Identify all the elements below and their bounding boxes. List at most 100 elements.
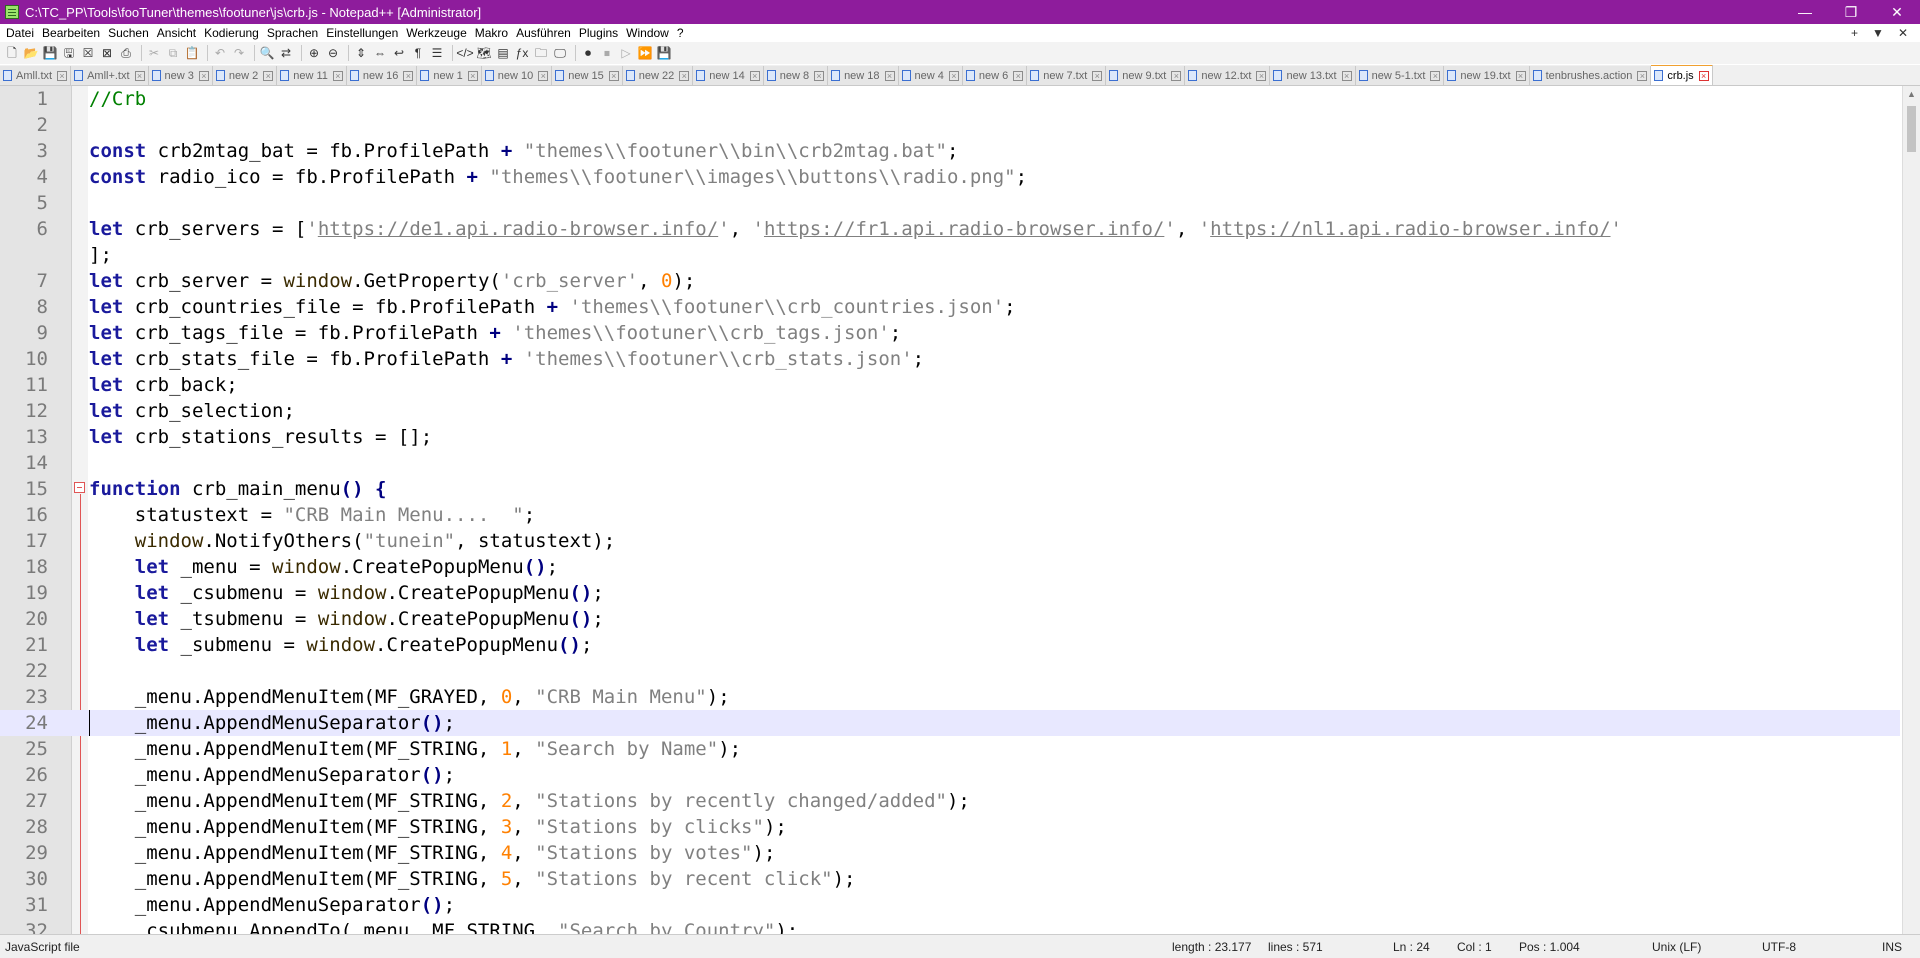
tab-new-12-txt[interactable]: new 12.txt × xyxy=(1185,66,1271,85)
close-tab-icon[interactable]: × xyxy=(749,70,760,81)
tab-new-6[interactable]: new 6 × xyxy=(962,66,1028,85)
tab-new-14[interactable]: new 14 × xyxy=(693,66,764,85)
tab-new-16[interactable]: new 16 × xyxy=(346,66,418,85)
menu-item-kodierung[interactable]: Kodierung xyxy=(200,26,263,40)
close-tab-icon[interactable]: × xyxy=(1256,70,1267,81)
open-file-icon[interactable]: 📂 xyxy=(23,45,39,61)
function-list-icon[interactable]: ƒx xyxy=(514,45,530,61)
close-tab-icon[interactable]: × xyxy=(198,70,209,81)
menu-item-suchen[interactable]: Suchen xyxy=(104,26,153,40)
code-token[interactable]: https://fr1.api.radio-browser.info/ xyxy=(764,218,1164,240)
save-macro-icon[interactable]: 💾 xyxy=(656,45,672,61)
close-tab-icon[interactable]: × xyxy=(1341,70,1352,81)
scrollbar-thumb[interactable] xyxy=(1907,106,1916,152)
indent-guide-icon[interactable]: ☰ xyxy=(429,45,445,61)
vertical-scrollbar[interactable]: ▲ xyxy=(1902,86,1920,934)
close-tab-icon[interactable]: × xyxy=(1092,70,1103,81)
code-editor[interactable]: 1//Crb 2 3 const crb2mtag_bat = fb.ProfileP… xyxy=(0,86,1920,934)
zoom-out-icon[interactable]: ⊖ xyxy=(325,45,341,61)
run-macro-multiple-icon[interactable]: ⏩ xyxy=(637,45,653,61)
menu-item-window[interactable]: Window xyxy=(622,26,673,40)
map-icon[interactable]: 🗺 xyxy=(476,45,492,61)
undo-icon[interactable]: ↶ xyxy=(212,45,228,61)
folder-workspace-icon[interactable]: 🗀 xyxy=(533,45,549,61)
close-tab-icon[interactable]: × xyxy=(948,70,959,81)
save-all-icon[interactable]: 🖫 xyxy=(61,45,77,61)
menu-item-sprachen[interactable]: Sprachen xyxy=(263,26,322,40)
stop-macro-icon[interactable]: ⏹ xyxy=(599,45,615,61)
new-file-icon[interactable]: 🗋 xyxy=(4,45,20,61)
menu-item-ausführen[interactable]: Ausführen xyxy=(512,26,575,40)
tab-new-19-txt[interactable]: new 19.txt × xyxy=(1444,66,1530,85)
tab-amll-txt[interactable]: Amll.txt × xyxy=(0,66,72,85)
close-tab-icon[interactable]: × xyxy=(814,70,825,81)
menu-item-help[interactable]: ? xyxy=(673,26,688,40)
tab-new-10[interactable]: new 10 × xyxy=(481,66,553,85)
close-tab-icon[interactable]: × xyxy=(1515,70,1526,81)
close-tab-icon[interactable]: × xyxy=(1698,70,1709,81)
tab-new-3[interactable]: new 3 × xyxy=(148,66,213,85)
cut-icon[interactable]: ✂ xyxy=(146,45,162,61)
menu-item-bearbeiten[interactable]: Bearbeiten xyxy=(38,26,104,40)
code-token[interactable]: https://nl1.api.radio-browser.info/ xyxy=(1210,218,1610,240)
tab-new-2[interactable]: new 2 × xyxy=(212,66,278,85)
close-tab-icon[interactable]: × xyxy=(332,70,343,81)
menu-item-werkzeuge[interactable]: Werkzeuge xyxy=(402,26,470,40)
close-tab-icon[interactable]: × xyxy=(263,70,274,81)
menu-item-datei[interactable]: Datei xyxy=(0,26,38,40)
paste-icon[interactable]: 📋 xyxy=(184,45,200,61)
restore-icon[interactable]: ❐ xyxy=(1828,0,1874,24)
close-document-icon[interactable]: ✕ xyxy=(1898,26,1908,40)
tab-new-1[interactable]: new 1 × xyxy=(417,66,482,85)
tab-new-11[interactable]: new 11 × xyxy=(277,66,347,85)
code-token[interactable]: https://de1.api.radio-browser.info/ xyxy=(318,218,718,240)
status-encoding[interactable]: UTF-8 xyxy=(1762,940,1796,954)
find-icon[interactable]: 🔍 xyxy=(259,45,275,61)
tab-new-5-1-txt[interactable]: new 5-1.txt × xyxy=(1355,66,1445,85)
new-tab-icon[interactable]: + xyxy=(1851,26,1858,40)
close-tab-icon[interactable]: × xyxy=(134,70,145,81)
close-window-icon[interactable]: ✕ xyxy=(1874,0,1920,24)
close-tab-icon[interactable]: × xyxy=(884,70,895,81)
close-tab-icon[interactable]: × xyxy=(1013,70,1024,81)
print-icon[interactable]: ⎙ xyxy=(118,45,134,61)
play-macro-icon[interactable]: ▷ xyxy=(618,45,634,61)
status-insert-mode[interactable]: INS xyxy=(1882,940,1902,954)
tab-tenbrushes-action[interactable]: tenbrushes.action × xyxy=(1529,66,1652,85)
status-eol[interactable]: Unix (LF) xyxy=(1652,940,1701,954)
minimize-icon[interactable]: — xyxy=(1782,0,1828,24)
word-wrap-icon[interactable]: ↩ xyxy=(391,45,407,61)
close-tab-icon[interactable]: × xyxy=(608,70,619,81)
close-tab-icon[interactable]: × xyxy=(403,70,414,81)
menu-item-makro[interactable]: Makro xyxy=(471,26,512,40)
tab-new-13-txt[interactable]: new 13.txt × xyxy=(1270,66,1356,85)
sync-horizontal-icon[interactable]: ⇔ xyxy=(372,45,388,61)
menu-item-einstellungen[interactable]: Einstellungen xyxy=(322,26,402,40)
tab-amll-txt[interactable]: Amll+.txt × xyxy=(71,66,149,85)
tab-new-4[interactable]: new 4 × xyxy=(898,66,963,85)
close-tab-icon[interactable]: × xyxy=(1430,70,1441,81)
close-icon[interactable]: ☒ xyxy=(80,45,96,61)
copy-icon[interactable]: ⧉ xyxy=(165,45,181,61)
document-list-icon[interactable]: ▤ xyxy=(495,45,511,61)
menu-item-ansicht[interactable]: Ansicht xyxy=(153,26,200,40)
scroll-up-icon[interactable]: ▲ xyxy=(1903,86,1920,102)
close-tab-icon[interactable]: × xyxy=(679,70,690,81)
tab-list-icon[interactable]: ▼ xyxy=(1872,26,1884,40)
tab-new-7-txt[interactable]: new 7.txt × xyxy=(1027,66,1107,85)
close-tab-icon[interactable]: × xyxy=(1637,70,1648,81)
show-all-chars-icon[interactable]: ¶ xyxy=(410,45,426,61)
record-macro-icon[interactable]: ⏺ xyxy=(580,45,596,61)
tab-new-9-txt[interactable]: new 9.txt × xyxy=(1106,66,1186,85)
xml-tag-icon[interactable]: </> xyxy=(456,45,473,61)
close-tab-icon[interactable]: × xyxy=(57,70,68,81)
menu-item-plugins[interactable]: Plugins xyxy=(575,26,622,40)
close-all-icon[interactable]: ⊠ xyxy=(99,45,115,61)
zoom-in-icon[interactable]: ⊕ xyxy=(306,45,322,61)
close-tab-icon[interactable]: × xyxy=(467,70,478,81)
tab-new-22[interactable]: new 22 × xyxy=(622,66,694,85)
save-icon[interactable]: 💾 xyxy=(42,45,58,61)
monitor-icon[interactable]: 🖵 xyxy=(552,45,568,61)
close-tab-icon[interactable]: × xyxy=(538,70,549,81)
tab-crb-js[interactable]: crb.js × xyxy=(1651,65,1713,85)
